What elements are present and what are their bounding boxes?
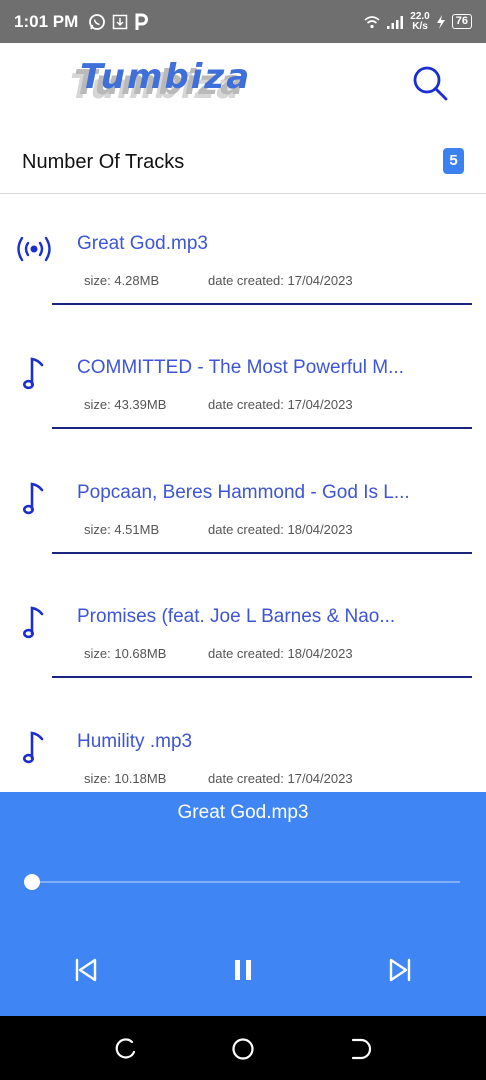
track-date: date created: 17/04/2023 bbox=[208, 397, 353, 412]
recents-icon bbox=[115, 1038, 136, 1059]
now-playing-title: Great God.mp3 bbox=[177, 802, 309, 823]
music-note-icon bbox=[23, 606, 44, 639]
seek-bar[interactable] bbox=[32, 881, 460, 883]
music-note-icon bbox=[23, 482, 44, 515]
charging-icon bbox=[436, 14, 445, 29]
track-size: size: 43.39MB bbox=[84, 397, 167, 412]
track-list[interactable]: Great God.mp3 size: 4.28MB date created:… bbox=[0, 195, 486, 792]
parking-icon bbox=[135, 13, 149, 30]
track-title: Humility .mp3 bbox=[77, 731, 193, 752]
track-divider bbox=[52, 303, 472, 305]
track-date: date created: 18/04/2023 bbox=[208, 522, 353, 537]
system-nav-bar bbox=[0, 1016, 486, 1080]
signal-icon bbox=[387, 15, 404, 29]
download-icon bbox=[113, 14, 128, 29]
track-item[interactable]: COMMITTED - The Most Powerful M... size:… bbox=[0, 319, 486, 443]
track-date: date created: 18/04/2023 bbox=[208, 646, 353, 661]
search-button[interactable] bbox=[410, 63, 450, 103]
track-title: COMMITTED - The Most Powerful M... bbox=[77, 357, 404, 378]
search-icon bbox=[413, 66, 448, 101]
track-item[interactable]: Humility .mp3 size: 10.18MB date created… bbox=[0, 693, 486, 792]
track-size: size: 4.51MB bbox=[84, 522, 160, 537]
track-title: Popcaan, Beres Hammond - God Is L... bbox=[77, 482, 410, 503]
home-icon bbox=[232, 1038, 254, 1060]
system-icons: 22.0 K/s 76 bbox=[364, 10, 472, 32]
seek-thumb[interactable] bbox=[24, 874, 40, 890]
back-button[interactable] bbox=[348, 1036, 374, 1062]
app-logo: Tumbiza bbox=[80, 57, 252, 97]
music-note-icon bbox=[23, 357, 44, 390]
track-size: size: 4.28MB bbox=[84, 273, 160, 288]
track-size: size: 10.18MB bbox=[84, 771, 167, 786]
broadcast-icon bbox=[17, 236, 51, 262]
track-size: size: 10.68MB bbox=[84, 646, 167, 661]
track-divider bbox=[52, 552, 472, 554]
track-divider bbox=[52, 427, 472, 429]
tracks-count-row: Number Of Tracks 5 bbox=[0, 130, 486, 194]
track-item[interactable]: Great God.mp3 size: 4.28MB date created:… bbox=[0, 195, 486, 319]
wifi-icon bbox=[364, 15, 380, 28]
status-bar: 1:01 PM 22.0 K/s 76 bbox=[0, 0, 486, 43]
tracks-count-badge: 5 bbox=[443, 148, 464, 174]
recents-button[interactable] bbox=[113, 1036, 139, 1062]
music-note-icon bbox=[23, 731, 44, 764]
track-date: date created: 17/04/2023 bbox=[208, 771, 353, 786]
next-button[interactable] bbox=[384, 954, 416, 986]
tracks-count-label: Number Of Tracks bbox=[22, 151, 185, 173]
skip-next-icon bbox=[389, 958, 411, 982]
track-item[interactable]: Promises (feat. Joe L Barnes & Nao... si… bbox=[0, 568, 486, 692]
net-speed-unit: K/s bbox=[412, 20, 428, 32]
previous-button[interactable] bbox=[70, 954, 102, 986]
pause-button[interactable] bbox=[227, 954, 259, 986]
back-icon bbox=[351, 1038, 372, 1060]
battery-icon: 76 bbox=[451, 14, 472, 29]
pause-icon bbox=[235, 960, 251, 980]
notification-icons bbox=[88, 13, 149, 31]
player-panel: Great God.mp3 bbox=[0, 792, 486, 1016]
app-header: Tumbiza bbox=[0, 43, 486, 123]
net-speed-value: 22.0 bbox=[410, 10, 430, 22]
track-title: Great God.mp3 bbox=[77, 233, 208, 254]
skip-previous-icon bbox=[75, 958, 97, 982]
whatsapp-icon bbox=[89, 13, 106, 30]
track-item[interactable]: Popcaan, Beres Hammond - God Is L... siz… bbox=[0, 444, 486, 568]
home-button[interactable] bbox=[230, 1036, 256, 1062]
track-title: Promises (feat. Joe L Barnes & Nao... bbox=[77, 606, 396, 627]
track-date: date created: 17/04/2023 bbox=[208, 273, 353, 288]
status-time: 1:01 PM bbox=[14, 11, 79, 31]
track-divider bbox=[52, 676, 472, 678]
net-speed: 22.0 K/s bbox=[410, 10, 430, 32]
